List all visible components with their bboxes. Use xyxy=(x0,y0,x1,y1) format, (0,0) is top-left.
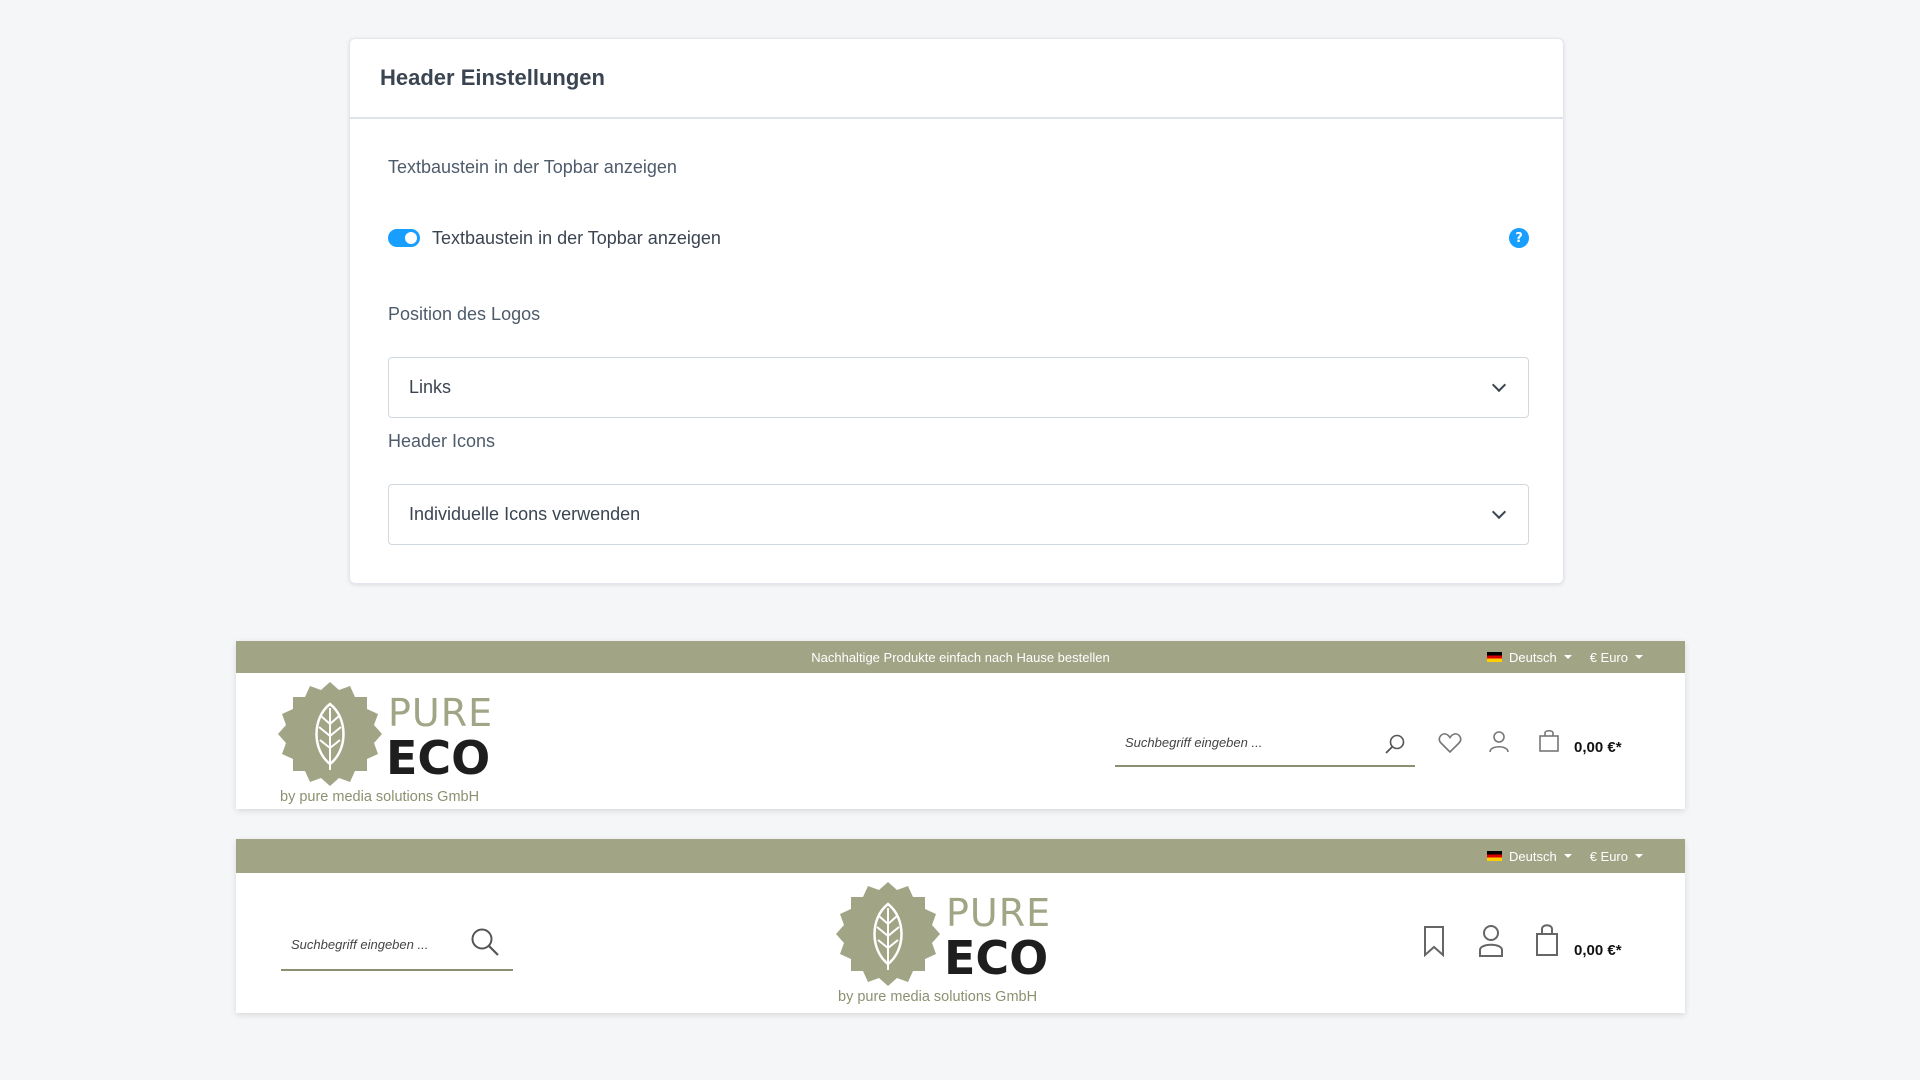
cart-total[interactable]: 0,00 €* xyxy=(1574,739,1622,756)
logo-position-select[interactable]: Links xyxy=(388,357,1529,418)
chevron-down-icon xyxy=(1491,504,1507,519)
logo-word-eco: ECO xyxy=(386,731,490,785)
header-preview-logo-center: Deutsch € Euro PURE ECO by pure media so… xyxy=(236,839,1685,1013)
header-settings-card: Header Einstellungen Textbaustein in der… xyxy=(349,38,1564,584)
search-input[interactable] xyxy=(291,936,471,952)
language-switcher[interactable]: Deutsch xyxy=(1486,848,1572,864)
topbar: Deutsch € Euro xyxy=(236,839,1685,873)
search-icon[interactable] xyxy=(470,927,500,957)
logo-position-value: Links xyxy=(409,377,452,397)
user-icon[interactable] xyxy=(1477,924,1505,958)
topbar-text: Nachhaltige Produkte einfach nach Hause … xyxy=(811,649,1110,665)
logo-word-pure: PURE xyxy=(946,891,1051,935)
user-icon[interactable] xyxy=(1488,730,1510,754)
caret-down-icon xyxy=(1563,655,1572,659)
help-icon[interactable]: ? xyxy=(1509,228,1529,248)
logo-tagline: by pure media solutions GmbH xyxy=(838,989,1037,1005)
logo-word-pure: PURE xyxy=(388,691,493,735)
search-input[interactable] xyxy=(1125,734,1375,750)
cart-total[interactable]: 0,00 €* xyxy=(1574,942,1622,959)
header-preview-logo-left: Nachhaltige Produkte einfach nach Hause … xyxy=(236,641,1685,809)
card-title: Header Einstellungen xyxy=(380,65,605,90)
bag-icon[interactable] xyxy=(1535,923,1559,957)
topbar-text-toggle-row: Textbaustein in der Topbar anzeigen ? xyxy=(388,223,1529,253)
currency-switcher[interactable]: € Euro xyxy=(1590,650,1643,665)
topbar-right: Deutsch € Euro xyxy=(1486,839,1643,873)
logo-position-label: Position des Logos xyxy=(388,304,541,324)
bag-icon[interactable] xyxy=(1538,729,1560,753)
chevron-down-icon xyxy=(1491,377,1507,392)
currency-switcher[interactable]: € Euro xyxy=(1590,849,1643,864)
german-flag-icon xyxy=(1486,851,1502,861)
toggle-label: Textbaustein in der Topbar anzeigen xyxy=(432,227,721,248)
language-switcher[interactable]: Deutsch xyxy=(1486,649,1572,665)
card-header: Header Einstellungen xyxy=(350,39,1563,119)
topbar-text-toggle[interactable] xyxy=(388,229,420,247)
search-icon[interactable] xyxy=(1384,733,1406,755)
german-flag-icon xyxy=(1486,652,1502,662)
section-label: Textbaustein in der Topbar anzeigen xyxy=(388,157,677,177)
language-label: Deutsch xyxy=(1508,649,1557,665)
pure-eco-logo[interactable]: PURE ECO by pure media solutions GmbH xyxy=(278,681,508,805)
header-icons-value: Individuelle Icons verwenden xyxy=(409,504,641,524)
header-icons-select[interactable]: Individuelle Icons verwenden xyxy=(388,484,1529,545)
currency-label: € Euro xyxy=(1589,649,1628,665)
topbar-right: Deutsch € Euro xyxy=(1486,641,1643,673)
language-label: Deutsch xyxy=(1508,848,1557,864)
header-icons-label: Header Icons xyxy=(388,431,496,451)
heart-icon[interactable] xyxy=(1438,732,1462,754)
leaf-badge-icon xyxy=(836,882,940,986)
currency-label: € Euro xyxy=(1589,848,1628,864)
caret-down-icon xyxy=(1635,655,1643,659)
caret-down-icon xyxy=(1563,854,1572,858)
topbar: Nachhaltige Produkte einfach nach Hause … xyxy=(236,641,1685,673)
logo-tagline: by pure media solutions GmbH xyxy=(280,789,479,805)
search-bar xyxy=(1115,719,1415,767)
logo-word-eco: ECO xyxy=(944,931,1048,985)
bookmark-icon[interactable] xyxy=(1422,925,1446,957)
leaf-badge-icon xyxy=(278,682,382,786)
caret-down-icon xyxy=(1635,854,1643,858)
pure-eco-logo[interactable]: PURE ECO by pure media solutions GmbH xyxy=(836,881,1066,1005)
